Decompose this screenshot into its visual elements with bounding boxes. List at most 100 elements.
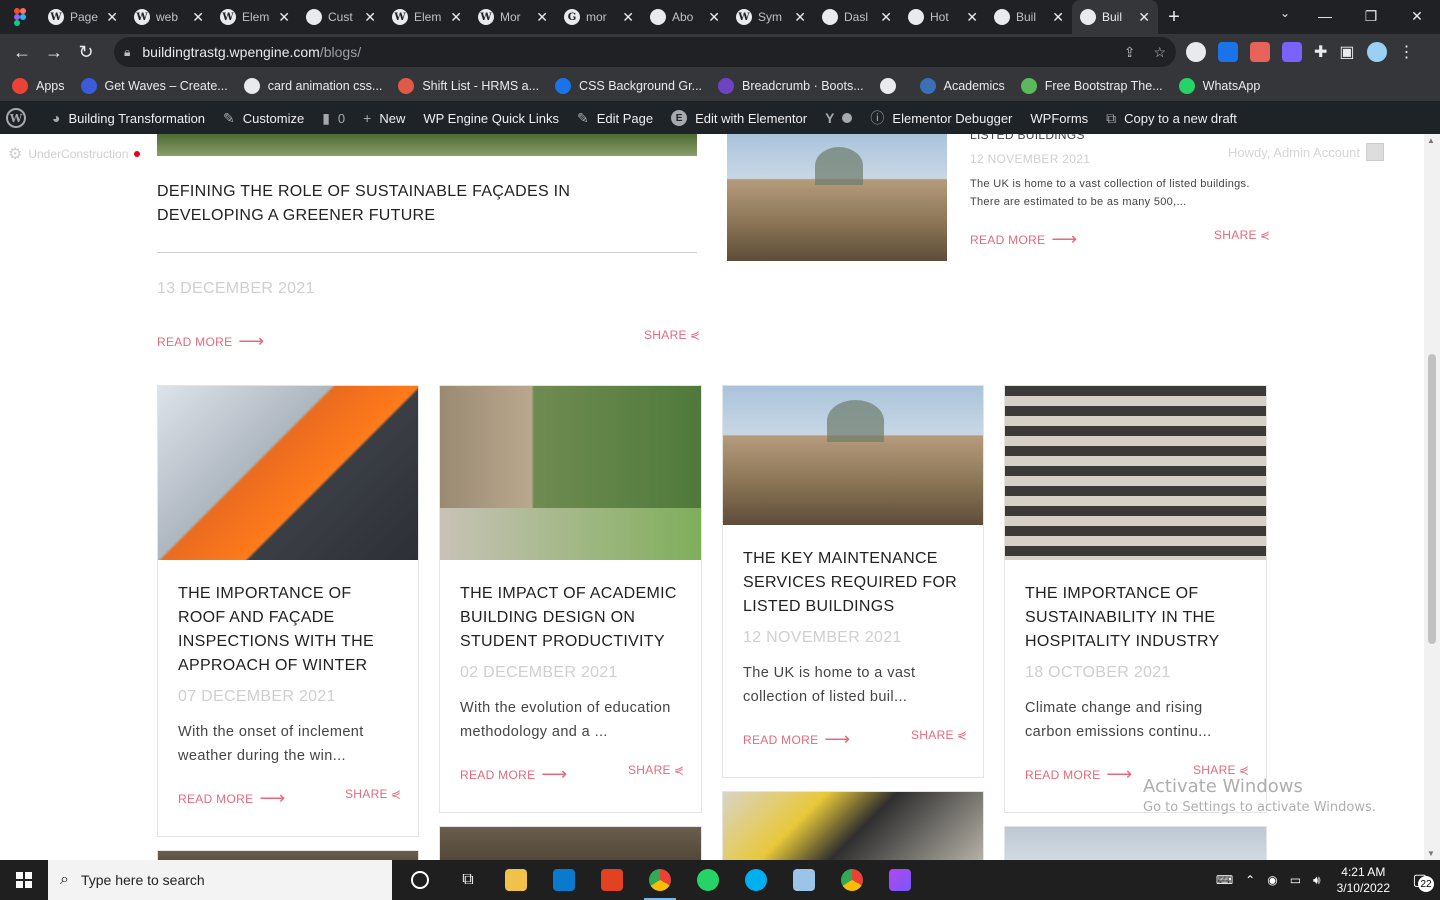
browser-tab[interactable]: Gmor ✕ [556,0,642,34]
close-tab-icon[interactable]: ✕ [192,9,204,26]
card-share[interactable]: SHARE ⋞ [1193,763,1249,777]
volume-icon[interactable]: 🔊︎ [1313,873,1321,888]
recorder-extension-icon[interactable] [1250,42,1270,62]
card-image[interactable] [158,851,418,860]
extensions-puzzle-icon[interactable]: ✚ [1314,42,1327,62]
share-page-icon[interactable]: ⇪ [1124,44,1136,61]
skype-icon[interactable] [732,860,780,900]
address-bar[interactable]: 🔒︎ buildingtrastg.wpengine.com/blogs/ ⇪ … [114,37,1176,67]
close-tab-icon[interactable]: ✕ [708,9,720,26]
card-image[interactable] [723,386,983,525]
edit-page-link[interactable]: ✎ Edit Page [577,110,653,127]
side-panel-icon[interactable]: ▣ [1339,42,1354,62]
close-tab-icon[interactable]: ✕ [450,9,462,26]
bookmark-item[interactable]: Academics [919,77,1005,94]
reload-button[interactable]: ↻ [70,36,102,68]
bookmark-star-icon[interactable]: ☆ [1153,44,1166,61]
comments-link[interactable]: ▮ 0 [322,110,345,127]
featured-left-image[interactable] [157,134,697,156]
card-share[interactable]: SHARE ⋞ [628,763,684,777]
new-tab-button[interactable]: + [1158,6,1190,29]
featured-right-title-partial[interactable]: LISTED BUILDINGS [970,134,1085,142]
taskbar-search-box[interactable]: ⌕ Type here to search [48,860,392,900]
browser-tab[interactable]: W Sym ✕ [728,0,814,34]
close-tab-icon[interactable]: ✕ [536,9,548,26]
vscode-icon[interactable] [540,860,588,900]
bookmark-item[interactable]: card animation css... [243,77,382,94]
close-tab-icon[interactable]: ✕ [1138,9,1150,26]
under-construction-toggle[interactable]: ⚙ UnderConstruction [8,144,141,164]
browser-tab[interactable]: Buil ✕ [1072,0,1158,34]
chrome-profile-icon[interactable] [828,860,876,900]
bookmark-item[interactable]: CSS Background Gr... [555,77,702,94]
bookmark-item[interactable]: Breadcrumb · Boots... [718,77,864,94]
minimize-button[interactable]: — [1302,0,1348,32]
close-tab-icon[interactable]: ✕ [106,9,118,26]
card-image[interactable] [1005,827,1266,860]
menu-kebab-icon[interactable]: ⋮ [1399,42,1415,62]
card-title[interactable]: THE IMPACT OF ACADEMIC BUILDING DESIGN O… [460,582,690,654]
featured-left-share[interactable]: SHARE ⋞ [644,328,700,342]
card-read-more[interactable]: READ MORE ⟶ [1025,764,1132,785]
close-tab-icon[interactable]: ✕ [880,9,892,26]
meet-icon[interactable]: ◉ [1267,873,1277,887]
cortana-icon[interactable] [396,860,444,900]
start-button[interactable] [0,860,48,900]
featured-left-read-more[interactable]: READ MORE ⟶ [157,331,264,352]
card-title[interactable]: THE KEY MAINTENANCE SERVICES REQUIRED FO… [743,547,968,619]
chrome-icon[interactable] [636,860,684,900]
figma-icon[interactable] [0,0,40,34]
browser-tab[interactable]: W Mor ✕ [470,0,556,34]
phpstorm-icon[interactable] [876,860,924,900]
new-content-link[interactable]: + New [363,110,405,126]
close-tab-icon[interactable]: ✕ [622,9,634,26]
browser-tab[interactable]: Dasl ✕ [814,0,900,34]
bookmark-item[interactable]: WhatsApp [1178,77,1260,94]
task-view-icon[interactable]: ⧉ [444,860,492,900]
card-read-more[interactable]: READ MORE ⟶ [460,764,567,785]
site-name-link[interactable]: ◕ Building Transformation [52,110,205,126]
card-image[interactable] [440,386,701,560]
bookmark-item[interactable]: Get Waves – Create... [80,77,228,94]
featured-right-share[interactable]: SHARE ⋞ [1214,228,1270,242]
card-read-more[interactable]: READ MORE ⟶ [743,729,850,750]
card-title[interactable]: THE IMPORTANCE OF SUSTAINABILITY IN THE … [1025,582,1250,654]
close-tab-icon[interactable]: ✕ [794,9,806,26]
card-image[interactable] [440,827,701,860]
scrollbar-thumb[interactable] [1428,354,1436,644]
browser-tab[interactable]: W Elem ✕ [212,0,298,34]
customize-link[interactable]: ✎ Customize [223,110,304,127]
card-image[interactable] [158,386,418,560]
bookmark-item[interactable] [879,77,904,94]
elementor-debugger-link[interactable]: ⓘ Elementor Debugger [870,108,1012,128]
card-read-more[interactable]: READ MORE ⟶ [178,788,285,809]
network-icon[interactable]: ▭ [1290,873,1301,887]
bookmark-item[interactable]: Shift List - HRMS a... [398,77,539,94]
card-share[interactable]: SHARE ⋞ [345,787,401,801]
whatsapp-icon[interactable] [684,860,732,900]
scroll-up-icon[interactable]: ▲ [1427,136,1435,145]
card-image[interactable] [1005,386,1266,560]
forward-button[interactable]: → [38,36,70,68]
chevron-up-icon[interactable]: ⌃ [1245,873,1255,887]
close-tab-icon[interactable]: ✕ [1052,9,1064,26]
restore-button[interactable]: ❐ [1348,0,1394,32]
yoast-seo-link[interactable]: Y [825,110,853,126]
wpengine-quick-links[interactable]: WP Engine Quick Links [423,111,559,126]
browser-tab[interactable]: Wweb ✕ [126,0,212,34]
tab-search-chevron-icon[interactable]: ⌄ [1280,6,1290,20]
close-tab-icon[interactable]: ✕ [364,9,376,26]
bookmark-item[interactable]: Free Bootstrap The... [1020,77,1163,94]
copy-to-draft-link[interactable]: ⧉ Copy to a new draft [1106,110,1237,127]
featured-right-image[interactable] [727,134,947,261]
howdy-account[interactable]: Howdy, Admin Account [1228,143,1384,161]
office-icon[interactable] [588,860,636,900]
fi-extension-icon[interactable] [1218,42,1238,62]
scroll-down-icon[interactable]: ▼ [1427,849,1435,858]
back-button[interactable]: ← [6,36,38,68]
user-avatar[interactable] [1366,42,1387,62]
edit-with-elementor-link[interactable]: E Edit with Elementor [671,110,807,126]
browser-tab[interactable]: Hot ✕ [900,0,986,34]
system-clock[interactable]: 4:21 AM 3/10/2022 [1337,864,1390,896]
file-explorer-icon[interactable] [492,860,540,900]
